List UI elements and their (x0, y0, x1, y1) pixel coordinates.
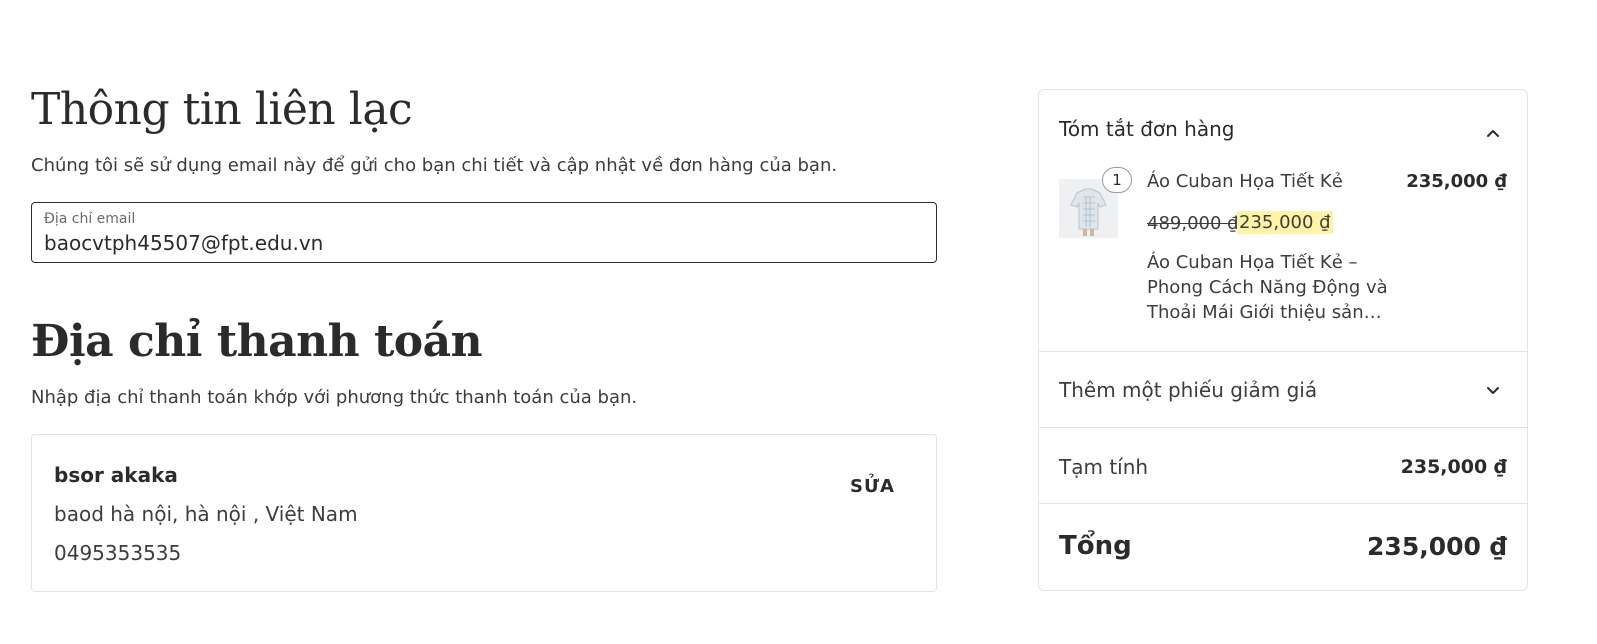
quantity-badge: 1 (1102, 167, 1132, 193)
subtotal-value: 235,000 ₫ (1400, 456, 1507, 478)
contact-subtitle: Chúng tôi sẽ sử dụng email này để gửi ch… (31, 155, 838, 176)
email-input[interactable] (44, 231, 924, 255)
item-name: Áo Cuban Họa Tiết Kẻ (1147, 171, 1343, 192)
total-value: 235,000 ₫ (1367, 532, 1507, 561)
item-description: Áo Cuban Họa Tiết Kẻ – Phong Cách Năng Đ… (1147, 252, 1388, 323)
order-summary: Tóm tắt đơn hàng 1 Áo Cuban Họa Tiết Kẻ … (1038, 89, 1528, 591)
coupon-toggle[interactable]: Thêm một phiếu giảm giá (1039, 352, 1527, 428)
billing-subtitle: Nhập địa chỉ thanh toán khớp với phương … (31, 387, 638, 408)
item-price: 235,000 ₫ (1406, 171, 1507, 192)
coupon-label: Thêm một phiếu giảm giá (1059, 378, 1318, 402)
address-line: baod hà nội, hà nội , Việt Nam (54, 502, 358, 526)
edit-address-button[interactable]: SỬA (850, 476, 895, 497)
address-name: bsor akaka (54, 463, 178, 487)
address-phone: 0495353535 (54, 541, 182, 565)
divider (1039, 503, 1527, 504)
item-sale-price: 235,000 ₫ (1237, 211, 1333, 234)
billing-address-card: bsor akaka baod hà nội, hà nội , Việt Na… (31, 434, 937, 592)
chevron-up-icon (1487, 130, 1499, 137)
divider (1039, 427, 1527, 428)
email-field[interactable]: Địa chỉ email (31, 202, 937, 263)
order-summary-toggle[interactable]: Tóm tắt đơn hàng (1039, 90, 1527, 170)
item-old-price: 489,000 ₫ (1147, 213, 1239, 234)
chevron-down-icon (1487, 387, 1499, 394)
billing-title: Địa chỉ thanh toán (31, 316, 483, 367)
order-summary-title: Tóm tắt đơn hàng (1059, 117, 1235, 141)
contact-title: Thông tin liên lạc (31, 84, 413, 135)
total-label: Tổng (1059, 531, 1132, 561)
email-label: Địa chỉ email (44, 211, 136, 227)
subtotal-label: Tạm tính (1059, 455, 1149, 479)
